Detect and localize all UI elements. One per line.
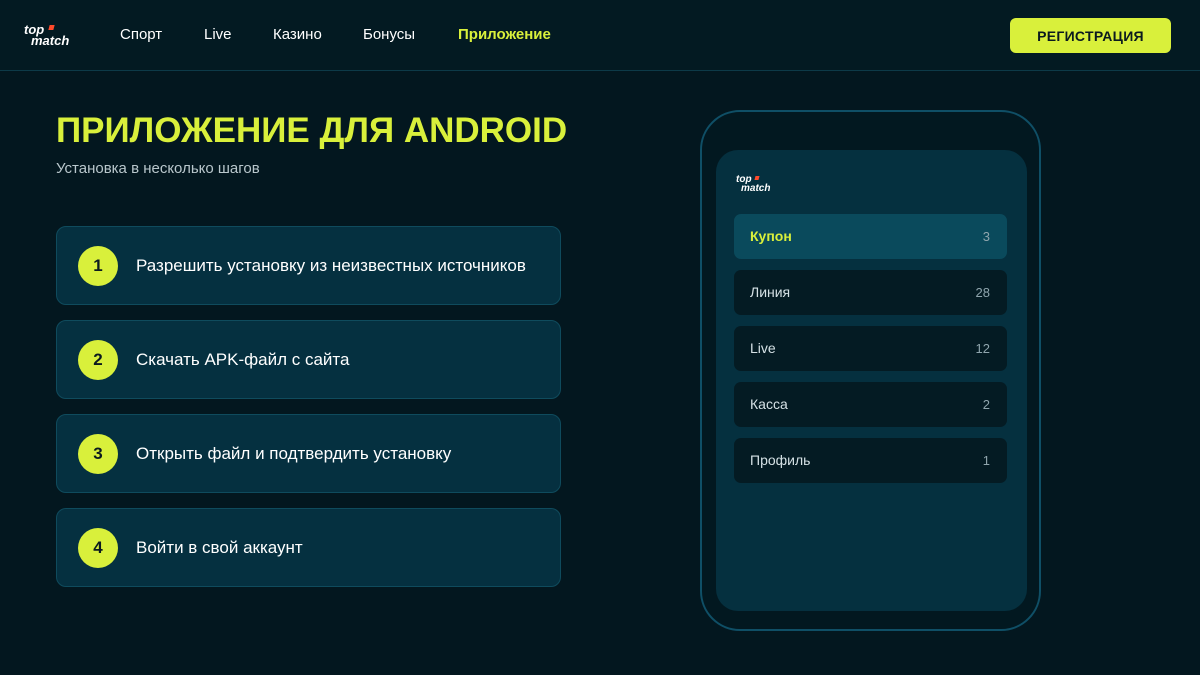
step-text: Войти в свой аккаунт	[136, 538, 303, 557]
menu-item-count: 12	[975, 341, 990, 356]
menu-item-label: Купон	[750, 228, 792, 244]
menu-item-label: Live	[750, 340, 776, 356]
menu-item-label: Линия	[750, 284, 791, 300]
step-text: Разрешить установку из неизвестных источ…	[136, 256, 526, 275]
page-subtitle: Установка в несколько шагов	[56, 160, 260, 177]
phone-menu-item-cashier[interactable]: Касса 2	[734, 382, 1007, 427]
register-button[interactable]: РЕГИСТРАЦИЯ	[1010, 18, 1171, 53]
step-card-4: 4 Войти в свой аккаунт	[56, 508, 561, 587]
nav-item-live[interactable]: Live	[204, 26, 232, 44]
menu-item-count: 3	[982, 229, 990, 244]
phone-menu-item-live[interactable]: Live 12	[734, 326, 1007, 371]
step-text: Открыть файл и подтвердить установку	[136, 444, 452, 463]
phone-menu-item-coupon[interactable]: Купон 3	[734, 214, 1007, 259]
step-card-1: 1 Разрешить установку из неизвестных ист…	[56, 226, 561, 305]
phone-menu-item-profile[interactable]: Профиль 1	[734, 438, 1007, 483]
step-number-badge: 1	[78, 246, 118, 286]
phone-logo-text-match: match	[741, 183, 771, 194]
step-card-3: 3 Открыть файл и подтвердить установку	[56, 414, 561, 493]
top-header: top match Спорт Live Казино Бонусы Прило…	[0, 0, 1200, 71]
nav-item-sport[interactable]: Спорт	[120, 26, 162, 44]
nav-item-app[interactable]: Приложение	[458, 26, 551, 44]
phone-mockup: top match Купон 3 Линия 28 Live 12 Касса…	[700, 110, 1041, 631]
menu-item-label: Профиль	[750, 452, 811, 468]
step-text: Скачать APK-файл с сайта	[136, 350, 350, 369]
menu-item-count: 1	[982, 453, 990, 468]
page-title: ПРИЛОЖЕНИЕ ДЛЯ ANDROID	[56, 111, 568, 150]
phone-topmatch-logo: top match	[736, 175, 786, 194]
step-number-badge: 3	[78, 434, 118, 474]
step-number-badge: 4	[78, 528, 118, 568]
step-card-2: 2 Скачать APK-файл с сайта	[56, 320, 561, 399]
step-number-badge: 2	[78, 340, 118, 380]
menu-item-count: 28	[975, 285, 990, 300]
nav-item-casino[interactable]: Казино	[273, 26, 322, 44]
topmatch-logo[interactable]: top match	[24, 23, 88, 48]
phone-menu-item-line[interactable]: Линия 28	[734, 270, 1007, 315]
phone-screen: top match Купон 3 Линия 28 Live 12 Касса…	[716, 150, 1027, 611]
menu-item-label: Касса	[750, 396, 788, 412]
logo-text-match: match	[31, 33, 70, 48]
nav-item-bonuses[interactable]: Бонусы	[363, 26, 415, 44]
menu-item-count: 2	[982, 397, 990, 412]
